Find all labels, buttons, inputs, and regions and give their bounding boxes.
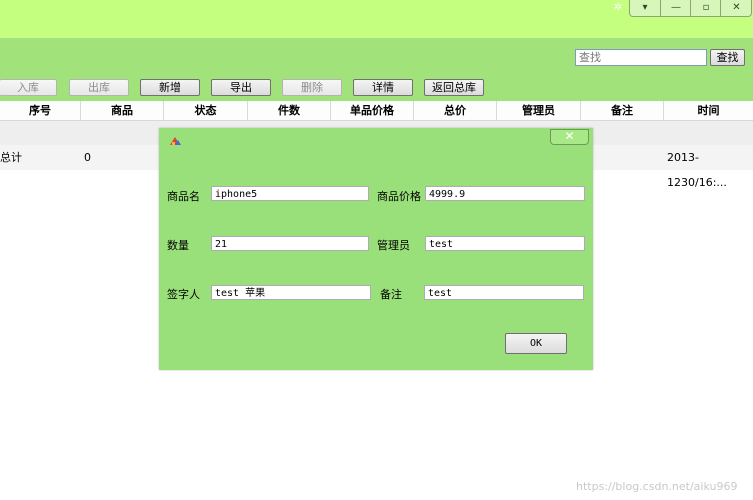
summary-label: 总计 [0, 151, 22, 164]
search-input[interactable] [575, 49, 707, 66]
column-header-product[interactable]: 商品 [81, 101, 164, 120]
back-to-main-button[interactable]: 返回总库 [424, 79, 484, 96]
minimize-icon[interactable]: — [660, 0, 691, 16]
ok-button[interactable]: OK [505, 333, 567, 354]
column-header-index[interactable]: 序号 [0, 101, 81, 120]
signer-label: 签字人 [167, 288, 200, 301]
product-price-field[interactable]: 4999.9 [425, 186, 585, 201]
summary-count: 0 [84, 151, 91, 164]
watermark: https://blog.csdn.net/aiku969 [576, 480, 738, 493]
product-price-label: 商品价格 [377, 190, 421, 203]
note-label: 备注 [380, 288, 402, 301]
delete-button[interactable]: 删除 [282, 79, 342, 96]
column-header-status[interactable]: 状态 [164, 101, 248, 120]
search-button[interactable]: 查找 [710, 49, 745, 66]
column-header-note[interactable]: 备注 [581, 101, 664, 120]
column-header-quantity[interactable]: 件数 [248, 101, 331, 120]
stock-in-button[interactable]: 入库 [0, 79, 57, 96]
note-field[interactable]: test [424, 285, 584, 300]
window-controls: ▾ — ▫ ✕ [629, 0, 752, 17]
signer-field[interactable]: test 苹果 [211, 285, 371, 300]
quantity-label: 数量 [167, 239, 189, 252]
export-button[interactable]: 导出 [211, 79, 271, 96]
admin-label: 管理员 [377, 239, 410, 252]
quantity-field[interactable]: 21 [211, 236, 369, 251]
detail-dialog: ✕ 商品名 iphone5 商品价格 4999.9 数量 21 管理员 test… [159, 128, 593, 370]
add-button[interactable]: 新增 [140, 79, 200, 96]
pin-icon[interactable]: ✲ [614, 2, 622, 13]
product-name-field[interactable]: iphone5 [211, 186, 369, 201]
dialog-close-icon[interactable]: ✕ [550, 129, 589, 145]
column-header-time[interactable]: 时间 [664, 101, 753, 120]
column-header-total-price[interactable]: 总价 [414, 101, 497, 120]
stock-out-button[interactable]: 出库 [69, 79, 129, 96]
column-header-unit-price[interactable]: 单品价格 [331, 101, 414, 120]
column-header-admin[interactable]: 管理员 [497, 101, 581, 120]
close-icon[interactable]: ✕ [720, 0, 752, 16]
details-button[interactable]: 详情 [353, 79, 413, 96]
summary-time: 2013-1230/16:... [667, 151, 727, 189]
maximize-icon[interactable]: ▫ [690, 0, 721, 16]
dropdown-icon[interactable]: ▾ [630, 0, 660, 16]
app-icon [170, 137, 181, 145]
table-header: 序号 商品 状态 件数 单品价格 总价 管理员 备注 时间 [0, 101, 753, 121]
product-name-label: 商品名 [167, 190, 200, 203]
admin-field[interactable]: test [425, 236, 585, 251]
